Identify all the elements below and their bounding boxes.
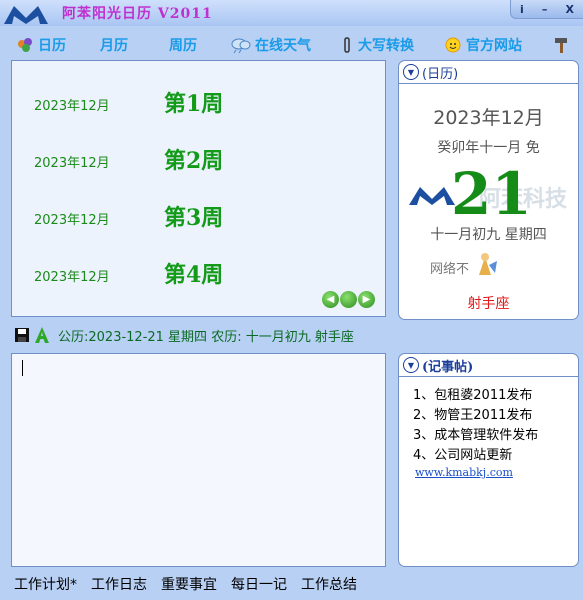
network-mascot-icon — [479, 253, 497, 275]
window-controls: i – X — [510, 0, 583, 19]
calendar-panel-title: (日历) — [422, 66, 459, 82]
toolbar-week-button[interactable]: 周历 — [169, 35, 197, 55]
app-logo-icon — [4, 6, 48, 24]
calendar-year-month: 2023年12月 — [433, 107, 544, 129]
week-date: 2023年12月 — [34, 270, 110, 285]
week-label: 第1周 — [164, 91, 224, 117]
toolbar-weather-button[interactable]: 在线天气 — [229, 35, 311, 55]
toolbar-calendar-label: 日历 — [38, 38, 66, 54]
week-date: 2023年12月 — [34, 156, 110, 171]
memo-item[interactable]: 3、成本管理软件发布 — [413, 426, 538, 446]
memo-panel-title: (记事帖) — [422, 359, 474, 375]
week-row[interactable]: 2023年12月 第3周 — [12, 187, 385, 243]
memo-item[interactable]: 2、物管王2011发布 — [413, 406, 538, 426]
calendar-lunar-year: 癸卯年十一月 免 — [437, 140, 540, 156]
toolbar-tools-button[interactable] — [552, 35, 574, 55]
toolbar: 日历 月历 周历 在线天气 大写转换 官方网站 — [0, 30, 583, 60]
paperclip-icon — [344, 37, 350, 53]
close-button[interactable]: X — [565, 3, 573, 16]
tab-work-plan[interactable]: 工作计划* — [14, 574, 77, 594]
week-row[interactable]: 2023年12月 第2周 — [12, 130, 385, 186]
calendar-lunar-date: 十一月初九 星期四 — [430, 227, 547, 243]
toolbar-calendar-button[interactable]: 日历 — [16, 35, 66, 55]
toolbar-official-site-label: 官方网站 — [466, 38, 522, 54]
memo-item[interactable]: 4、公司网站更新 — [413, 446, 538, 466]
website-link[interactable]: www.kmabkj.com — [415, 466, 513, 479]
network-status: 网络不 — [430, 262, 470, 277]
text-cursor — [22, 360, 23, 376]
date-status-line: 公历:2023-12-21 星期四 农历: 十一月初九 射手座 — [14, 325, 354, 345]
toolbar-month-label: 月历 — [100, 38, 128, 54]
grapes-icon — [18, 38, 32, 52]
note-editor[interactable] — [11, 353, 386, 567]
calendar-day-number: 21 — [451, 160, 532, 228]
save-icon[interactable] — [14, 327, 30, 343]
toolbar-week-label: 周历 — [169, 38, 197, 54]
title-bar: 阿苯阳光日历 V2011 i – X — [0, 0, 583, 26]
week-date: 2023年12月 — [34, 213, 110, 228]
week-navigation: ◀ ▶ — [322, 291, 375, 308]
chevron-down-icon[interactable]: ▼ — [403, 357, 419, 373]
next-week-arrow-icon[interactable]: ▶ — [358, 291, 375, 308]
hammer-icon — [555, 38, 567, 53]
week-label: 第3周 — [164, 205, 224, 231]
minimize-button[interactable]: – — [542, 3, 548, 16]
font-letter-a-icon[interactable] — [34, 326, 50, 344]
memo-list: 1、包租婆2011发布 2、物管王2011发布 3、成本管理软件发布 4、公司网… — [413, 386, 538, 466]
tab-daily-note[interactable]: 每日一记 — [231, 574, 287, 594]
smiley-sun-icon — [445, 37, 461, 53]
tab-work-summary[interactable]: 工作总结 — [301, 574, 357, 594]
memo-panel-header[interactable]: ▼ (记事帖) — [399, 354, 578, 377]
week-label: 第2周 — [164, 148, 224, 174]
week-list-panel: 2023年12月 第1周 2023年12月 第2周 2023年12月 第3周 2… — [11, 60, 386, 317]
toolbar-month-button[interactable]: 月历 — [100, 35, 128, 55]
company-logo-icon — [409, 187, 455, 205]
weather-cloud-icon — [231, 38, 251, 54]
memo-panel: ▼ (记事帖) 1、包租婆2011发布 2、物管王2011发布 3、成本管理软件… — [398, 353, 579, 567]
chevron-down-icon[interactable]: ▼ — [403, 64, 419, 80]
prev-week-arrow-icon[interactable]: ◀ — [322, 291, 339, 308]
week-date: 2023年12月 — [34, 99, 110, 114]
memo-item[interactable]: 1、包租婆2011发布 — [413, 386, 538, 406]
app-title: 阿苯阳光日历 V2011 — [62, 6, 213, 22]
tab-work-log[interactable]: 工作日志 — [91, 574, 147, 594]
zodiac-sign: 射手座 — [467, 296, 510, 312]
date-info-text: 公历:2023-12-21 星期四 农历: 十一月初九 射手座 — [58, 329, 354, 345]
calendar-panel: ▼ (日历) 2023年12月 癸卯年十一月 免 阿苯科技 21 十一月初九 星… — [398, 60, 579, 320]
toolbar-official-site-button[interactable]: 官方网站 — [442, 35, 522, 55]
help-button[interactable]: i — [520, 3, 524, 16]
calendar-panel-header[interactable]: ▼ (日历) — [399, 61, 578, 84]
current-week-dot-icon[interactable] — [340, 291, 357, 308]
bottom-tabs: 工作计划* 工作日志 重要事宜 每日一记 工作总结 — [14, 574, 371, 594]
tab-important-matters[interactable]: 重要事宜 — [161, 574, 217, 594]
toolbar-uppercase-convert-label: 大写转换 — [358, 38, 414, 54]
week-row[interactable]: 2023年12月 第1周 — [12, 73, 385, 129]
toolbar-uppercase-convert-button[interactable]: 大写转换 — [340, 35, 414, 55]
toolbar-weather-label: 在线天气 — [255, 38, 311, 54]
week-label: 第4周 — [164, 262, 224, 288]
